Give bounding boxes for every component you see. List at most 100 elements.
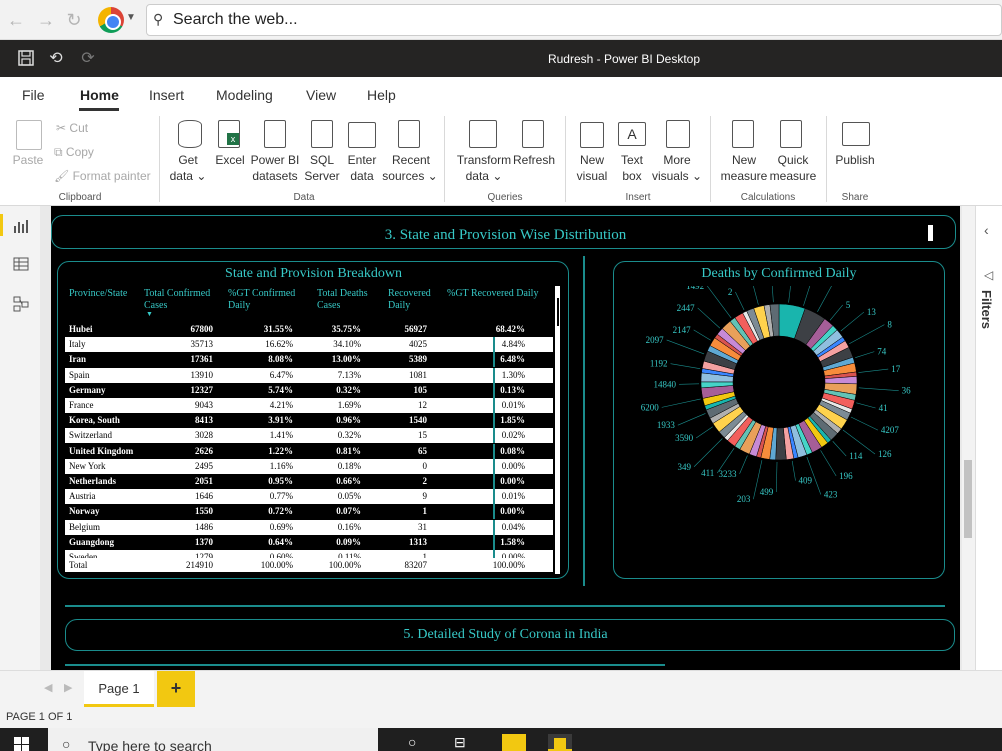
column-header[interactable]: Total Deaths Cases <box>317 288 379 312</box>
task-view-icon[interactable]: ⊟ <box>454 734 478 751</box>
donut-leader-line <box>803 286 811 306</box>
tab-modeling[interactable]: Modeling <box>216 87 273 103</box>
table-cell: 1.30% <box>501 369 525 380</box>
column-header[interactable]: %GT Recovered Daily <box>447 288 551 300</box>
row-label: Iran <box>69 354 87 365</box>
next-page-icon[interactable]: ▶ <box>64 681 72 694</box>
total-cell: 100.00% <box>260 560 293 570</box>
page-tab-1[interactable]: Page 1 <box>84 671 154 707</box>
collapse-chevron-icon[interactable]: ‹ <box>984 222 989 238</box>
table-row[interactable]: Belgium 1486 0.69% 0.16% 31 0.04% <box>65 519 553 535</box>
add-page-button[interactable]: + <box>157 671 195 707</box>
forward-icon[interactable]: → <box>36 10 56 30</box>
tab-insert[interactable]: Insert <box>149 87 184 103</box>
table-cell: 0 <box>422 460 428 471</box>
model-view-icon[interactable] <box>11 296 31 314</box>
data-bar <box>493 489 495 505</box>
table-cell: 67800 <box>190 324 214 334</box>
column-header[interactable]: %GT Confirmed Daily <box>228 288 308 312</box>
donut-chart[interactable]: 4015138741736414207126114196423409499203… <box>613 286 945 576</box>
transform-label-2: data ⌄ <box>465 169 503 183</box>
file-explorer-icon[interactable] <box>502 734 526 751</box>
row-label: New York <box>69 460 106 471</box>
table-cell: 0.16% <box>337 521 361 532</box>
page-tabs-bar: ◀ ▶ Page 1 + <box>0 670 1002 708</box>
cortana-icon[interactable]: ○ <box>408 734 432 751</box>
windows-start-icon[interactable] <box>14 737 30 751</box>
table-row[interactable]: Guangdong 1370 0.64% 0.09% 1313 1.58% <box>65 534 553 550</box>
table-cell: 6.47% <box>269 369 293 380</box>
donut-leader-line <box>771 286 774 303</box>
back-icon[interactable]: ← <box>6 10 26 30</box>
table-scrollbar[interactable] <box>555 286 560 574</box>
table-row[interactable]: Netherlands 2051 0.95% 0.66% 2 0.00% <box>65 474 553 489</box>
canvas-scrollbar[interactable] <box>964 460 972 538</box>
table-row[interactable]: Iran 17361 8.08% 13.00% 5389 6.48% <box>65 352 553 368</box>
text-box-icon: A <box>618 122 646 146</box>
app-titlebar: ⟲ ⟳ Rudresh - Power BI Desktop <box>0 40 1002 77</box>
table-row[interactable]: Austria 1646 0.77% 0.05% 9 0.01% <box>65 489 553 505</box>
table-row[interactable]: France 9043 4.21% 1.69% 12 0.01% <box>65 398 553 413</box>
table-row[interactable]: Germany 12327 5.74% 0.32% 105 0.13% <box>65 382 553 398</box>
database-icon <box>178 120 202 148</box>
group-divider <box>159 116 160 202</box>
power-bi-label-2: datasets <box>252 169 298 183</box>
donut-leader-line <box>693 329 711 341</box>
donut-data-label: 17 <box>891 364 901 374</box>
power-bi-taskbar-icon[interactable] <box>548 734 572 751</box>
table-cell: 1081 <box>409 369 427 380</box>
report-view-icon[interactable] <box>11 218 31 236</box>
table-row[interactable]: Hubei 67800 31.55% 35.75% 56927 68.42% <box>65 322 553 337</box>
tab-home[interactable]: Home <box>80 87 119 103</box>
copy-button[interactable]: ⧉ Copy <box>54 144 134 160</box>
table-row[interactable]: United Kingdom 2626 1.22% 0.81% 65 0.08% <box>65 443 553 459</box>
data-bar <box>493 413 495 429</box>
table-row[interactable]: Italy 35713 16.62% 34.10% 4025 4.84% <box>65 337 553 353</box>
window-title: Rudresh - Power BI Desktop <box>547 52 701 66</box>
format-painter-button[interactable]: 🖌 Format painter <box>54 168 154 184</box>
data-view-icon[interactable] <box>11 256 31 274</box>
row-label: Netherlands <box>69 476 116 486</box>
sort-down-icon[interactable]: ▼ <box>146 311 153 318</box>
table-cell: 4.84% <box>501 339 525 350</box>
chrome-logo-icon[interactable] <box>98 7 124 33</box>
group-data-label: Data <box>293 192 315 203</box>
tab-help[interactable]: Help <box>367 87 396 103</box>
table-row[interactable]: Spain 13910 6.47% 7.13% 1081 1.30% <box>65 367 553 383</box>
column-header[interactable]: Province/State <box>69 288 139 300</box>
column-header[interactable]: Recovered Daily <box>388 288 444 312</box>
taskbar-search-input[interactable]: ○ Type here to search <box>48 728 378 751</box>
reload-icon[interactable]: ↻ <box>64 10 84 30</box>
donut-leader-line <box>693 438 723 467</box>
data-bar <box>493 428 495 444</box>
table-row[interactable]: Sweden 1279 0.60% 0.11% 1 0.00% <box>65 550 553 558</box>
table-cell: 0.13% <box>500 384 525 395</box>
filters-label[interactable]: Filters <box>979 290 994 329</box>
ribbon-tabs: File Home Insert Modeling View Help <box>0 77 1002 112</box>
table-row[interactable]: New York 2495 1.16% 0.18% 0 0.00% <box>65 458 553 474</box>
search-input[interactable]: ⚲ Search the web... <box>146 4 1002 36</box>
power-bi-label: Power BI <box>250 153 300 167</box>
table-row[interactable]: Norway 1550 0.72% 0.07% 1 0.00% <box>65 504 553 520</box>
table-row[interactable]: Switzerland 3028 1.41% 0.32% 15 0.02% <box>65 428 553 444</box>
table-row[interactable]: Korea, South 8413 3.91% 0.96% 1540 1.85% <box>65 413 553 429</box>
tab-view[interactable]: View <box>306 87 336 103</box>
column-header[interactable]: Total Confirmed Cases <box>144 288 222 312</box>
row-label: France <box>69 400 94 410</box>
table-cell: 1646 <box>195 491 213 502</box>
taskbar-search-placeholder: Type here to search <box>88 738 212 751</box>
donut-data-label: 349 <box>678 462 692 472</box>
chevron-down-icon[interactable]: ▼ <box>126 12 136 23</box>
cut-button[interactable]: ✂ Cut <box>56 120 136 136</box>
donut-leader-line <box>829 304 843 321</box>
table-cell: 9043 <box>195 400 213 410</box>
tab-file[interactable]: File <box>22 87 45 103</box>
table-cell: 35.75% <box>331 324 361 334</box>
filters-pane[interactable]: ‹ ◁ Filters <box>975 206 1002 670</box>
report-canvas[interactable]: 3. State and Provision Wise Distribution… <box>51 206 960 670</box>
donut-data-label: 4 <box>794 286 799 288</box>
search-placeholder: Search the web... <box>173 11 298 28</box>
prev-page-icon[interactable]: ◀ <box>44 681 52 694</box>
transform-label: Transform <box>456 153 512 167</box>
table-scrollbar-thumb[interactable] <box>557 298 559 326</box>
